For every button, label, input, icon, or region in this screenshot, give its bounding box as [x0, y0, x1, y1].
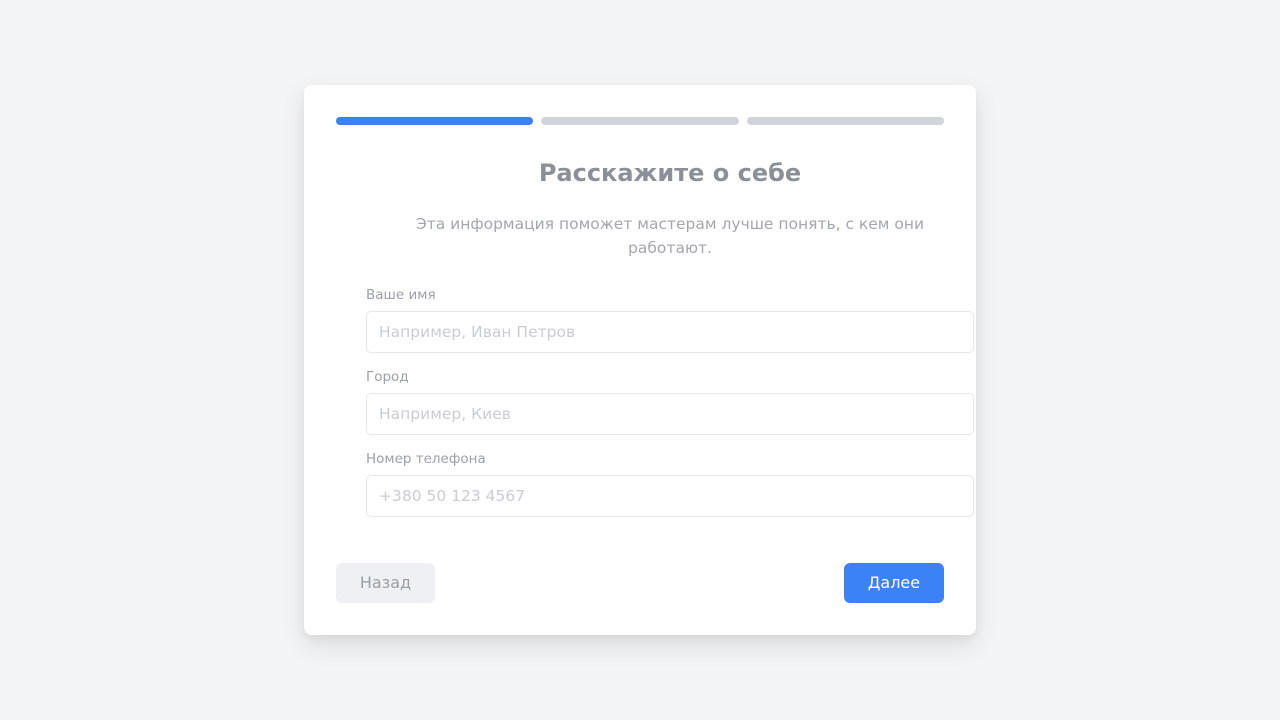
city-field-group: Город — [366, 368, 974, 435]
phone-input[interactable] — [366, 475, 974, 517]
phone-field-group: Номер телефона — [366, 450, 974, 517]
step-progress-bar — [336, 117, 944, 125]
onboarding-card: Расскажите о себе Эта информация поможет… — [304, 85, 976, 635]
phone-field-label: Номер телефона — [366, 451, 486, 467]
progress-step-1 — [336, 117, 534, 125]
progress-step-2 — [541, 117, 739, 125]
back-button[interactable]: Назад — [336, 563, 435, 603]
city-field-label: Город — [366, 369, 409, 385]
next-button[interactable]: Далее — [844, 563, 944, 603]
name-field-group: Ваше имя — [366, 286, 974, 353]
page-subtitle: Эта информация поможет мастерам лучше по… — [415, 215, 925, 257]
name-field-label: Ваше имя — [366, 287, 436, 303]
page-title: Расскажите о себе — [538, 159, 802, 187]
city-input[interactable] — [366, 393, 974, 435]
progress-step-3 — [746, 117, 944, 125]
name-input[interactable] — [366, 311, 974, 353]
